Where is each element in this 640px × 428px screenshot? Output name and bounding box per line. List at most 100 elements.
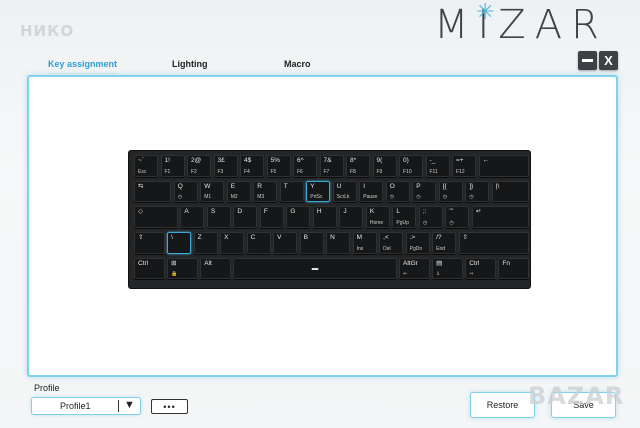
key-sublegend: ◷: [389, 194, 395, 201]
key-4-2[interactable]: Alt: [200, 257, 231, 280]
key-1-11[interactable]: [{◷: [438, 180, 463, 203]
key-4-7[interactable]: Fn: [498, 257, 529, 280]
key-sublegend: M3: [257, 194, 265, 201]
key-1-3[interactable]: E M2: [226, 180, 251, 203]
key-1-2[interactable]: W M1: [200, 180, 225, 203]
key-2-2[interactable]: S: [206, 206, 231, 228]
key-sublegend: ⇐: [403, 271, 408, 278]
tab-key-assignment[interactable]: Key assignment: [48, 59, 118, 74]
key-0-5[interactable]: 5% F5: [266, 155, 291, 177]
key-1-1[interactable]: Q ◷: [173, 180, 198, 203]
key-legend: [{: [442, 182, 447, 190]
key-2-3[interactable]: D: [233, 206, 258, 228]
key-1-4[interactable]: R M3: [253, 180, 278, 203]
key-3-0[interactable]: ⇧: [134, 232, 165, 254]
key-2-0[interactable]: ◇: [134, 206, 178, 228]
key-0-7[interactable]: 7& F7: [319, 155, 344, 177]
key-4-1[interactable]: ⊞ 🔒: [167, 257, 198, 280]
key-legend: X: [224, 234, 229, 242]
key-1-9[interactable]: O ◷: [385, 180, 410, 203]
key-legend: L: [396, 208, 400, 216]
key-sublegend: ◷: [469, 194, 474, 201]
key-4-0[interactable]: Ctrl: [134, 257, 165, 280]
key-legend: ⇧: [462, 234, 469, 242]
key-3-9[interactable]: ,< Del: [379, 232, 404, 254]
key-1-12[interactable]: ]} ◷: [465, 180, 490, 203]
key-0-4[interactable]: 4$ F4: [240, 155, 264, 177]
key-2-8[interactable]: K Home: [365, 206, 390, 228]
key-4-3[interactable]: ▬: [233, 257, 397, 280]
keyboard: ~` Esc 1! F1 2@ F2 3£ F3 4$ F4 5% F5 6^ F6 7& F7 8* F8 9(F…: [128, 150, 531, 289]
key-3-10[interactable]: .> PgDn: [405, 232, 430, 254]
key-legend: 6^: [297, 157, 304, 164]
key-4-4[interactable]: AltGr ⇐: [399, 257, 430, 280]
profile-select[interactable]: Profile1 ▼: [31, 397, 141, 415]
key-legend: 3£: [217, 157, 225, 164]
key-0-9[interactable]: 9(F9: [372, 155, 397, 177]
key-1-8[interactable]: I Pause: [359, 180, 384, 203]
close-button[interactable]: X: [599, 51, 618, 70]
key-2-1[interactable]: A: [180, 206, 205, 228]
key-0-8[interactable]: 8* F8: [346, 155, 370, 177]
key-0-10[interactable]: 0) F10: [399, 155, 423, 177]
minimize-button[interactable]: [578, 51, 597, 70]
key-legend: ]}: [469, 182, 474, 190]
key-0-2[interactable]: 2@ F2: [187, 155, 211, 177]
key-0-13[interactable]: ←: [478, 155, 529, 177]
key-sublegend: End: [436, 245, 446, 252]
key-3-11[interactable]: /? End: [432, 232, 457, 254]
key-3-4[interactable]: C: [246, 232, 271, 254]
key-legend: Y: [310, 182, 315, 190]
key-0-1[interactable]: 1! F1: [160, 155, 185, 177]
key-sublegend: F3: [217, 168, 224, 175]
key-2-9[interactable]: L PgUp: [392, 206, 417, 228]
key-legend: \: [171, 234, 173, 242]
tab-macro[interactable]: Macro: [284, 59, 311, 69]
key-legend: 2@: [191, 157, 202, 164]
app-logo: MIZAR ✳: [434, 0, 608, 50]
key-0-0[interactable]: ~` Esc: [134, 155, 158, 177]
chevron-down-icon[interactable]: ▼: [124, 399, 135, 411]
key-legend: V: [277, 234, 282, 242]
key-2-11[interactable]: '" ◷: [445, 206, 470, 228]
key-legend: Alt: [204, 259, 212, 267]
key-legend: 8*: [350, 157, 357, 164]
key-3-5[interactable]: V: [273, 232, 298, 254]
more-profiles-button[interactable]: •••: [151, 399, 188, 414]
key-3-7[interactable]: N: [326, 232, 351, 254]
key-1-6[interactable]: Y PrtSc: [306, 180, 331, 203]
key-1-7[interactable]: U ScrLk: [332, 180, 357, 203]
key-3-6[interactable]: B: [299, 232, 324, 254]
key-2-4[interactable]: F: [259, 206, 284, 228]
profile-label: Profile: [34, 383, 60, 393]
key-2-7[interactable]: J: [339, 206, 364, 228]
restore-button[interactable]: Restore: [470, 392, 535, 418]
key-2-6[interactable]: H: [312, 206, 337, 228]
key-1-13[interactable]: |\: [491, 180, 529, 203]
key-1-10[interactable]: P ◷: [412, 180, 437, 203]
key-3-1[interactable]: \: [167, 232, 192, 254]
key-1-5[interactable]: T: [279, 180, 304, 203]
key-0-3[interactable]: 3£ F3: [213, 155, 238, 177]
key-sublegend: ◷: [416, 194, 421, 201]
key-legend: I: [363, 182, 366, 190]
key-3-3[interactable]: X: [220, 232, 245, 254]
key-4-6[interactable]: Ctrl ⇒: [465, 257, 496, 280]
key-4-5[interactable]: ▤ ⇓: [432, 257, 463, 280]
key-3-12[interactable]: ⇧: [458, 232, 529, 254]
key-3-2[interactable]: Z: [193, 232, 218, 254]
key-1-0[interactable]: ⇆: [134, 180, 172, 203]
key-legend: |\: [495, 182, 500, 190]
key-2-5[interactable]: G: [286, 206, 311, 228]
key-legend: K: [369, 208, 375, 216]
key-0-6[interactable]: 6^ F6: [293, 155, 317, 177]
key-2-12[interactable]: ↵: [471, 206, 529, 228]
key-0-11[interactable]: -_ F11: [425, 155, 450, 177]
key-legend: Z: [197, 234, 202, 242]
key-2-10[interactable]: ;: ◷: [418, 206, 443, 228]
key-sublegend: 🔒: [171, 271, 178, 278]
key-0-12[interactable]: =+ F12: [452, 155, 476, 177]
tab-lighting[interactable]: Lighting: [172, 59, 208, 69]
key-3-8[interactable]: M Ins: [352, 232, 377, 254]
key-legend: '": [449, 208, 453, 216]
